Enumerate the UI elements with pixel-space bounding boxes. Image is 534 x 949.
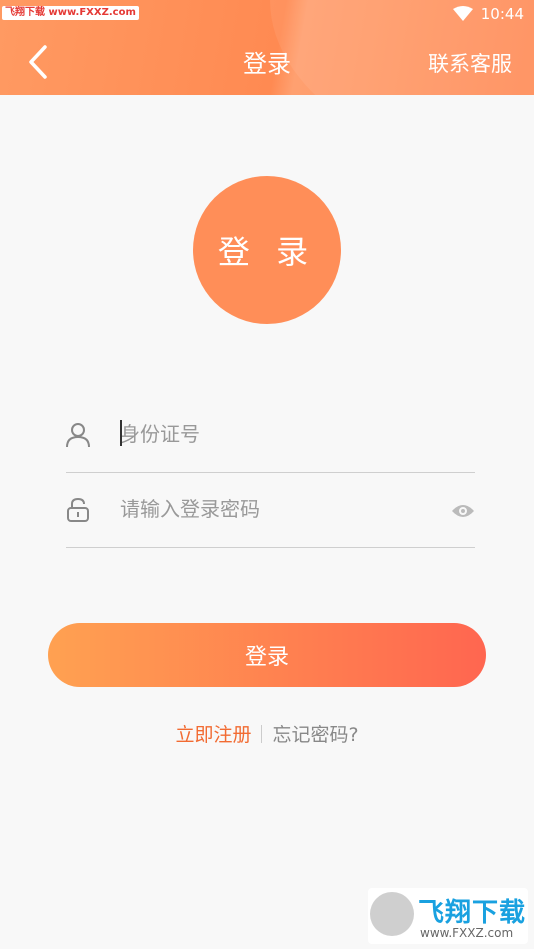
header: 飞翔下载 www.FXXZ.com 10:44 登录 联系客服 bbox=[0, 0, 534, 95]
status-right: 10:44 bbox=[452, 4, 524, 24]
id-number-input[interactable] bbox=[120, 414, 440, 454]
eye-icon[interactable] bbox=[451, 503, 475, 519]
auth-links: 立即注册 忘记密码? bbox=[0, 720, 534, 747]
navbar: 登录 联系客服 bbox=[0, 30, 534, 94]
contact-service-link[interactable]: 联系客服 bbox=[428, 48, 512, 78]
status-time: 10:44 bbox=[480, 5, 524, 23]
brand-url: www.FXXZ.com bbox=[420, 926, 514, 940]
forgot-password-link[interactable]: 忘记密码? bbox=[272, 724, 358, 746]
login-button[interactable]: 登录 bbox=[48, 623, 486, 687]
brand-watermark: 飞翔下载 www.FXXZ.com bbox=[368, 888, 528, 944]
login-avatar: 登 录 bbox=[193, 176, 341, 324]
id-number-field bbox=[66, 398, 475, 473]
link-divider bbox=[261, 725, 263, 743]
text-cursor bbox=[120, 420, 122, 446]
status-bar: 飞翔下载 www.FXXZ.com 10:44 bbox=[0, 0, 534, 28]
register-link[interactable]: 立即注册 bbox=[175, 724, 251, 746]
password-field bbox=[66, 473, 475, 548]
lock-icon bbox=[67, 497, 89, 522]
brand-name: 飞翔下载 bbox=[418, 898, 527, 928]
password-input[interactable] bbox=[120, 489, 440, 529]
user-icon bbox=[66, 423, 90, 448]
wifi-icon bbox=[452, 6, 473, 21]
brand-logo-icon bbox=[370, 892, 414, 936]
watermark-label: 飞翔下载 www.FXXZ.com bbox=[2, 6, 139, 20]
